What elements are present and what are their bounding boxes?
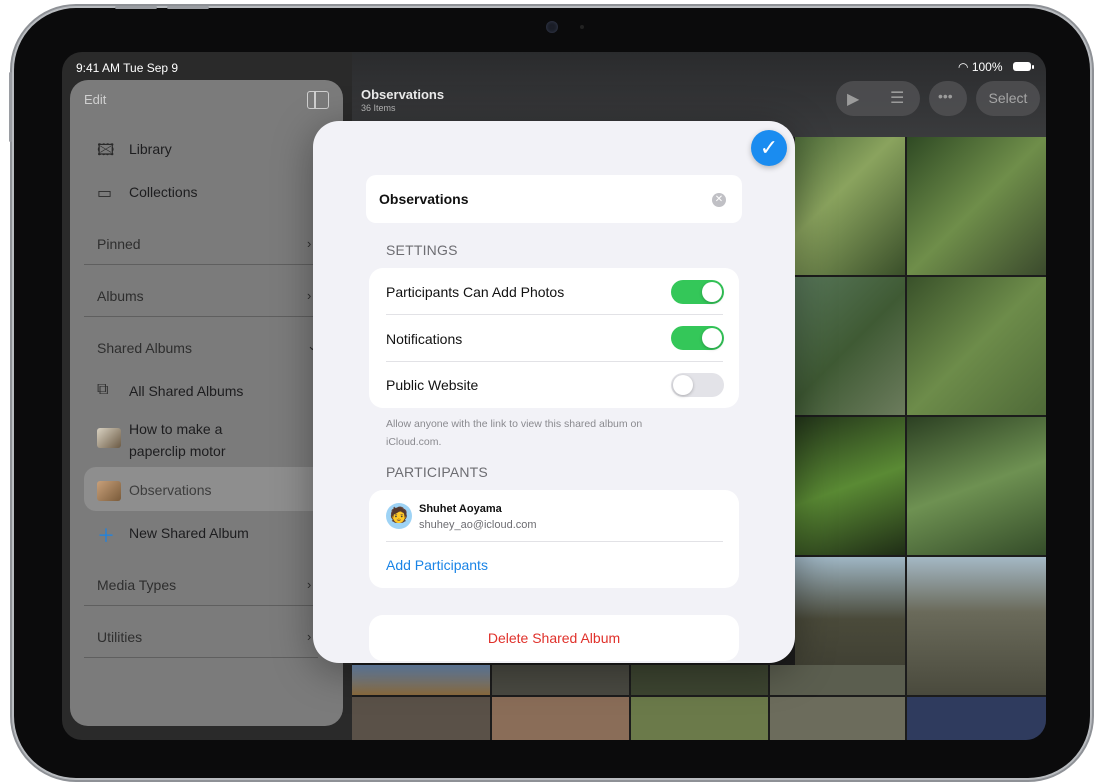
section-shared-albums[interactable]: Shared Albums — [97, 340, 192, 356]
divider — [386, 361, 723, 362]
battery-percent: 100% — [971, 60, 1003, 74]
photo-thumbnail[interactable] — [770, 665, 905, 695]
top-button — [115, 6, 157, 9]
participants-can-add-label: Participants Can Add Photos — [386, 284, 565, 300]
public-website-footnote: Allow anyone with the link to view this … — [386, 418, 643, 448]
album-thumbnail — [97, 481, 121, 501]
album-thumbnail — [97, 428, 121, 448]
ellipsis-icon: ••• — [938, 88, 953, 104]
section-utilities[interactable]: Utilities — [97, 629, 142, 645]
sidebar-item-paperclip-motor[interactable]: How to make a — [129, 421, 222, 437]
photo-thumbnail[interactable] — [492, 697, 629, 740]
sidebar-item-new-shared-album[interactable]: New Shared Album — [129, 525, 249, 541]
divider — [386, 314, 723, 315]
edit-button[interactable]: Edit — [84, 92, 106, 107]
top-button — [167, 6, 209, 9]
add-participants-button[interactable]: Add Participants — [386, 557, 488, 573]
chevron-right-icon[interactable]: › — [307, 236, 311, 251]
chevron-right-icon[interactable]: › — [307, 629, 311, 644]
photo-thumbnail[interactable] — [631, 697, 768, 740]
photo-library-icon: 🖾 — [97, 142, 115, 159]
album-title: Observations — [361, 87, 445, 102]
sidebar-toggle-icon[interactable] — [307, 91, 329, 109]
done-checkmark-button[interactable]: ✓ — [751, 130, 787, 166]
select-button[interactable]: Select — [976, 81, 1040, 116]
album-name-value[interactable]: Observations — [379, 191, 468, 207]
section-pinned[interactable]: Pinned — [97, 236, 141, 252]
photo-thumbnail[interactable] — [352, 665, 490, 695]
photo-thumbnail[interactable] — [631, 665, 768, 695]
side-button — [9, 72, 12, 142]
chevron-right-icon[interactable]: › — [307, 288, 311, 303]
photo-thumbnail[interactable] — [795, 417, 905, 555]
participant-email: shuhey_ao@icloud.com — [419, 519, 537, 531]
collections-icon: ▭ — [97, 185, 113, 202]
shared-albums-icon: ⧉ — [97, 381, 109, 398]
settings-header: SETTINGS — [386, 242, 458, 258]
status-time: 9:41 AM Tue Sep 9 — [76, 61, 179, 75]
participants-can-add-toggle[interactable] — [671, 280, 724, 304]
plus-icon: ＋ — [97, 526, 115, 546]
divider — [84, 264, 318, 265]
photo-thumbnail[interactable] — [907, 137, 1046, 275]
sort-icon[interactable]: ☰ — [890, 88, 904, 108]
participants-header: PARTICIPANTS — [386, 464, 488, 480]
avatar[interactable]: 🧑 — [386, 503, 412, 529]
notifications-toggle[interactable] — [671, 326, 724, 350]
photo-thumbnail[interactable] — [352, 697, 490, 740]
photo-thumbnail[interactable] — [795, 137, 905, 275]
public-website-label: Public Website — [386, 377, 479, 393]
album-count: 36 Items — [361, 103, 396, 113]
divider — [84, 316, 318, 317]
sidebar-item-library[interactable]: Library — [129, 141, 172, 157]
divider — [386, 541, 723, 542]
photo-thumbnail[interactable] — [907, 697, 1046, 740]
delete-shared-album-button[interactable]: Delete Shared Album — [369, 615, 739, 661]
sensor — [580, 25, 584, 29]
sidebar-item-paperclip-motor-line2[interactable]: paperclip motor — [129, 443, 226, 459]
public-website-toggle[interactable] — [671, 373, 724, 397]
divider — [84, 657, 318, 658]
photo-thumbnail[interactable] — [492, 665, 629, 695]
photo-thumbnail[interactable] — [907, 557, 1046, 695]
photo-thumbnail[interactable] — [795, 277, 905, 415]
photo-thumbnail[interactable] — [907, 277, 1046, 415]
battery-icon — [1013, 62, 1034, 71]
notifications-label: Notifications — [386, 331, 463, 347]
sidebar-item-collections[interactable]: Collections — [129, 184, 197, 200]
photo-thumbnail[interactable] — [770, 697, 905, 740]
photo-thumbnail[interactable] — [907, 417, 1046, 555]
divider — [84, 605, 318, 606]
front-camera — [546, 21, 558, 33]
section-albums[interactable]: Albums — [97, 288, 144, 304]
participant-name[interactable]: Shuhet Aoyama — [419, 503, 502, 515]
sidebar-item-all-shared-albums[interactable]: All Shared Albums — [129, 383, 243, 399]
wifi-icon: ◠ — [958, 60, 969, 74]
status-battery: ◠ 100% — [958, 60, 1003, 74]
chevron-right-icon[interactable]: › — [307, 577, 311, 592]
play-icon[interactable]: ▶ — [847, 89, 859, 109]
sidebar-item-observations[interactable]: Observations — [129, 482, 211, 498]
section-media-types[interactable]: Media Types — [97, 577, 176, 593]
clear-text-icon[interactable]: ✕ — [712, 193, 726, 207]
